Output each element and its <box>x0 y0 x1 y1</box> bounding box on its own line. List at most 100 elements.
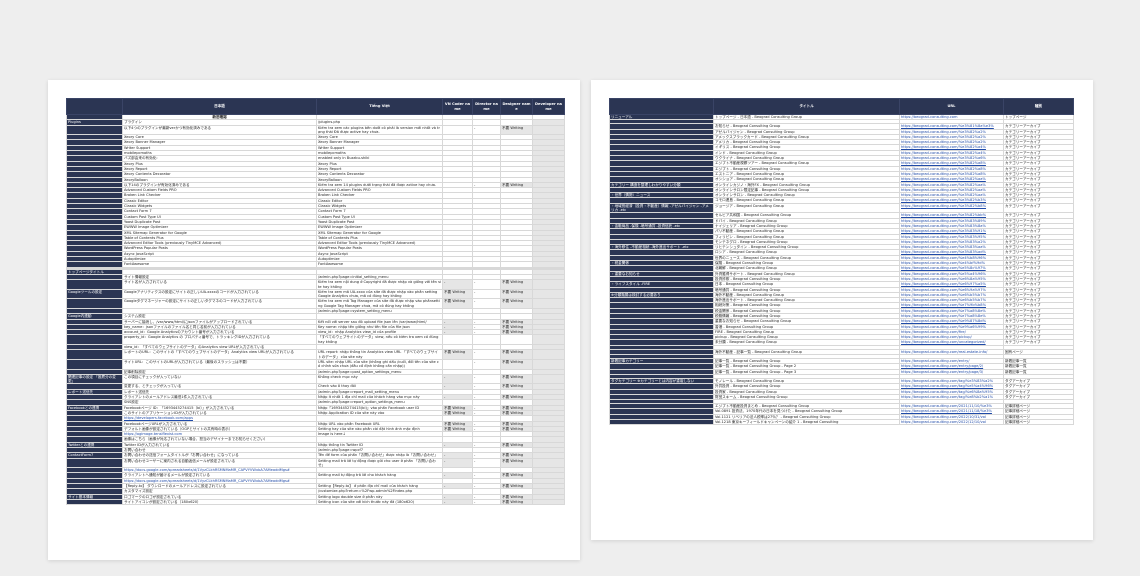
page-url-link[interactable]: https://beograd-consulting.com/%e3%81%8a… <box>899 123 1004 130</box>
page-url-link[interactable]: https://beograd-consulting.com/2022/12/1… <box>899 419 1004 426</box>
header-cell: Designer name <box>500 98 533 115</box>
table-row: 関連記事の設定 「推薦分の変更」 この項目にチェックが入っていない Không ch… <box>66 373 565 385</box>
vietnamese-text: Kiểm tra xem nội dung ở Copyright đã đượ… <box>316 279 443 290</box>
section-label <box>66 498 123 506</box>
section-label <box>66 334 123 346</box>
right-spreadsheet-page: タイトル URL 種別 リニューアル トップページ - 日本語 - Beograd… <box>591 80 1093 540</box>
developer-status <box>532 358 565 370</box>
vn-coder-status[interactable]: - <box>442 457 473 469</box>
header-cell: URL <box>899 98 1004 115</box>
section-label <box>66 298 123 309</box>
header-cell <box>66 98 123 115</box>
japanese-text: サイトURL：このサイトのURLが入力されている（最後のスラッシュは不要） <box>122 358 317 370</box>
page-title: ジョージア - Beograd Consulting Group <box>713 202 900 214</box>
developer-status <box>532 334 565 346</box>
developer-status <box>532 373 565 385</box>
vietnamese-text: Kiểm tra xem các plugins bên dưới có phả… <box>316 124 443 136</box>
section-label: Googleツールの設定 <box>66 288 123 300</box>
director-status: - <box>472 298 501 309</box>
table-row: Googleツールの設定 Googleアナリティクスの設定にサイトの正しいUA-x… <box>66 288 565 300</box>
page-kind: 記事詳細ページ <box>1003 419 1074 426</box>
japanese-text[interactable]: https://docs.google.com/spreadsheets/d/1… <box>122 467 317 474</box>
designer-status-dropdown[interactable]: 不要 Writing <box>500 373 533 385</box>
table-row: property_id：Google Analytics の プロパティ番号で、… <box>66 334 565 346</box>
vn-coder-status <box>442 124 473 136</box>
header-cell: Director name <box>472 98 501 115</box>
url-list-header-row: タイトル URL 種別 <box>609 98 1074 115</box>
section-label <box>66 457 123 469</box>
japanese-text: サイトアイコンが設定されている（180x620） <box>122 498 317 506</box>
vietnamese-text: Setting icon của site với kích thước này… <box>316 498 443 506</box>
designer-status-dropdown[interactable]: 不要 Writing <box>500 498 533 506</box>
section-label <box>66 279 123 290</box>
checklist-table: 日本語 Tiếng Việt VN Coder name Director na… <box>66 98 565 506</box>
japanese-text: サイト名が入力されている <box>122 279 317 290</box>
page-url-link[interactable]: https://beograd-consulting.com/tag/%e5%a… <box>899 383 1004 390</box>
table-row: レポートのURL：このサイトの「すべてのウェブサイトのデータ」Analytics… <box>66 349 565 360</box>
section-label: ・地域別経済（投資・不動産）情報 -アゼルバイジャン -アメリカ -etc <box>609 202 714 214</box>
checklist-body: Plugins プラグイン/plugins.php 以下4つのプラグインが最新ver… <box>66 119 565 506</box>
page-url-link[interactable]: https://beograd-consulting.com/%e3%82%b8… <box>899 202 1004 214</box>
page-url-link[interactable]: https://beograd-consulting.com/2021/11/1… <box>899 408 1004 415</box>
director-status: - <box>472 279 501 290</box>
designer-status-dropdown[interactable]: 不要 Writing <box>500 349 533 360</box>
vn-coder-status[interactable]: - <box>442 279 473 290</box>
developer-status <box>532 279 565 290</box>
vn-coder-status <box>442 358 473 370</box>
vn-coder-status[interactable]: 不要 Writing <box>442 288 473 300</box>
page-title: Vol.1218 東京キーフィールドキャンペーンの紹介 1 - Beograd … <box>713 419 900 426</box>
designer-status-dropdown[interactable]: 不要 Writing <box>500 279 533 290</box>
section-label <box>66 349 123 360</box>
page-url-link[interactable]: https://beograd-consulting.com/tag/%e8%b… <box>899 393 1004 401</box>
page-url-link[interactable]: https://beograd-consulting.com/tag/%e6%8… <box>899 388 1004 395</box>
designer-status-dropdown <box>500 334 533 346</box>
japanese-text: レポートのURL：このサイトの「すべてのウェブサイトのデータ」Analytics… <box>122 349 317 360</box>
japanese-text: 以下4つのプラグインが最新verかつ有効化済みである <box>122 124 317 136</box>
page-url-link[interactable]: https://beograd-consulting.com/tag/%e3%8… <box>899 377 1004 385</box>
vn-coder-status[interactable]: - <box>442 373 473 385</box>
vn-coder-status[interactable]: - <box>442 498 473 506</box>
table-row: Googleタグマネージャーの設定にサイトの正しいタグマネのコードが入力されてい… <box>66 298 565 309</box>
director-status: - <box>472 288 501 300</box>
designer-status-dropdown[interactable]: 不要 Writing <box>500 457 533 469</box>
header-cell: 種別 <box>1003 98 1074 115</box>
vietnamese-text: Kết nối với server sau đó upload file js… <box>316 318 443 325</box>
header-cell: Tiếng Việt <box>316 98 443 115</box>
header-cell: タイトル <box>713 98 900 115</box>
director-status: - <box>472 498 501 506</box>
table-row: ・地域別経済（投資・不動産）情報 -アゼルバイジャン -アメリカ -etc ジョー… <box>609 202 1074 214</box>
section-label <box>609 419 714 426</box>
director-status: - <box>472 373 501 385</box>
url-list-body: リニューアル トップページ - 日本語 - Beograd Consulting … <box>609 113 1074 426</box>
section-label <box>66 358 123 370</box>
table-row: サイト名が入力されている Kiểm tra xem nội dung ở Copy… <box>66 279 565 290</box>
vietnamese-text: 「すべてのウェブサイトのデータ」view, nếu có kiểm tra xe… <box>316 334 443 346</box>
vn-coder-status[interactable]: 不要 Writing <box>442 349 473 360</box>
page-url-link[interactable]: https://beograd-consulting.com/2021/11/1… <box>899 403 1004 410</box>
header-cell: Developer name <box>532 98 565 115</box>
header-cell <box>609 98 714 115</box>
vietnamese-text: Kiểm tra xem mã UA-xxxx của site đã được… <box>316 288 443 300</box>
designer-status-dropdown[interactable]: 不要 Writing <box>500 124 533 136</box>
japanese-text: この項目にチェックが入っていない <box>122 373 317 385</box>
japanese-text: Googleアナリティクスの設定にサイトの正しいUA-xxxxのコードが入力され… <box>122 288 317 300</box>
table-row: サイトURL：このサイトのURLが入力されている（最後のスラッシュは不要） URL… <box>66 358 565 370</box>
developer-status <box>532 457 565 469</box>
vn-coder-status[interactable]: 不要 Writing <box>442 298 473 309</box>
designer-status-dropdown[interactable]: 不要 Writing <box>500 298 533 309</box>
table-row: 以下4つのプラグインが最新verかつ有効化済みである Kiểm tra xem c… <box>66 124 565 136</box>
vietnamese-text: Kiểm tra xem 14 plugins dưới trạng thái … <box>316 181 443 189</box>
header-cell: VN Coder name <box>442 98 473 115</box>
designer-status-dropdown[interactable]: 不要 Writing <box>500 288 533 300</box>
director-status <box>472 334 501 346</box>
designer-status-dropdown[interactable]: 不要 Writing <box>500 358 533 370</box>
vietnamese-text: Tên đề form của phần「お問い合わせ」được nhập là… <box>316 452 443 459</box>
table-row: Vol.1218 東京キーフィールドキャンペーンの紹介 1 - Beograd … <box>609 419 1074 426</box>
japanese-text[interactable]: https://docs.google.com/spreadsheets/d/1… <box>122 477 317 485</box>
section-label: 関連記事の設定 「推薦分の変更」 <box>66 373 123 385</box>
developer-status <box>532 298 565 309</box>
vietnamese-text: Kiểm tra xem mã Tag Manager của site đã … <box>316 298 443 309</box>
vietnamese-text: Setting mail trả lời tự động được gửi ch… <box>316 457 443 469</box>
developer-status <box>532 498 565 506</box>
page-kind: カテゴリーアーカイブ <box>1003 202 1074 214</box>
